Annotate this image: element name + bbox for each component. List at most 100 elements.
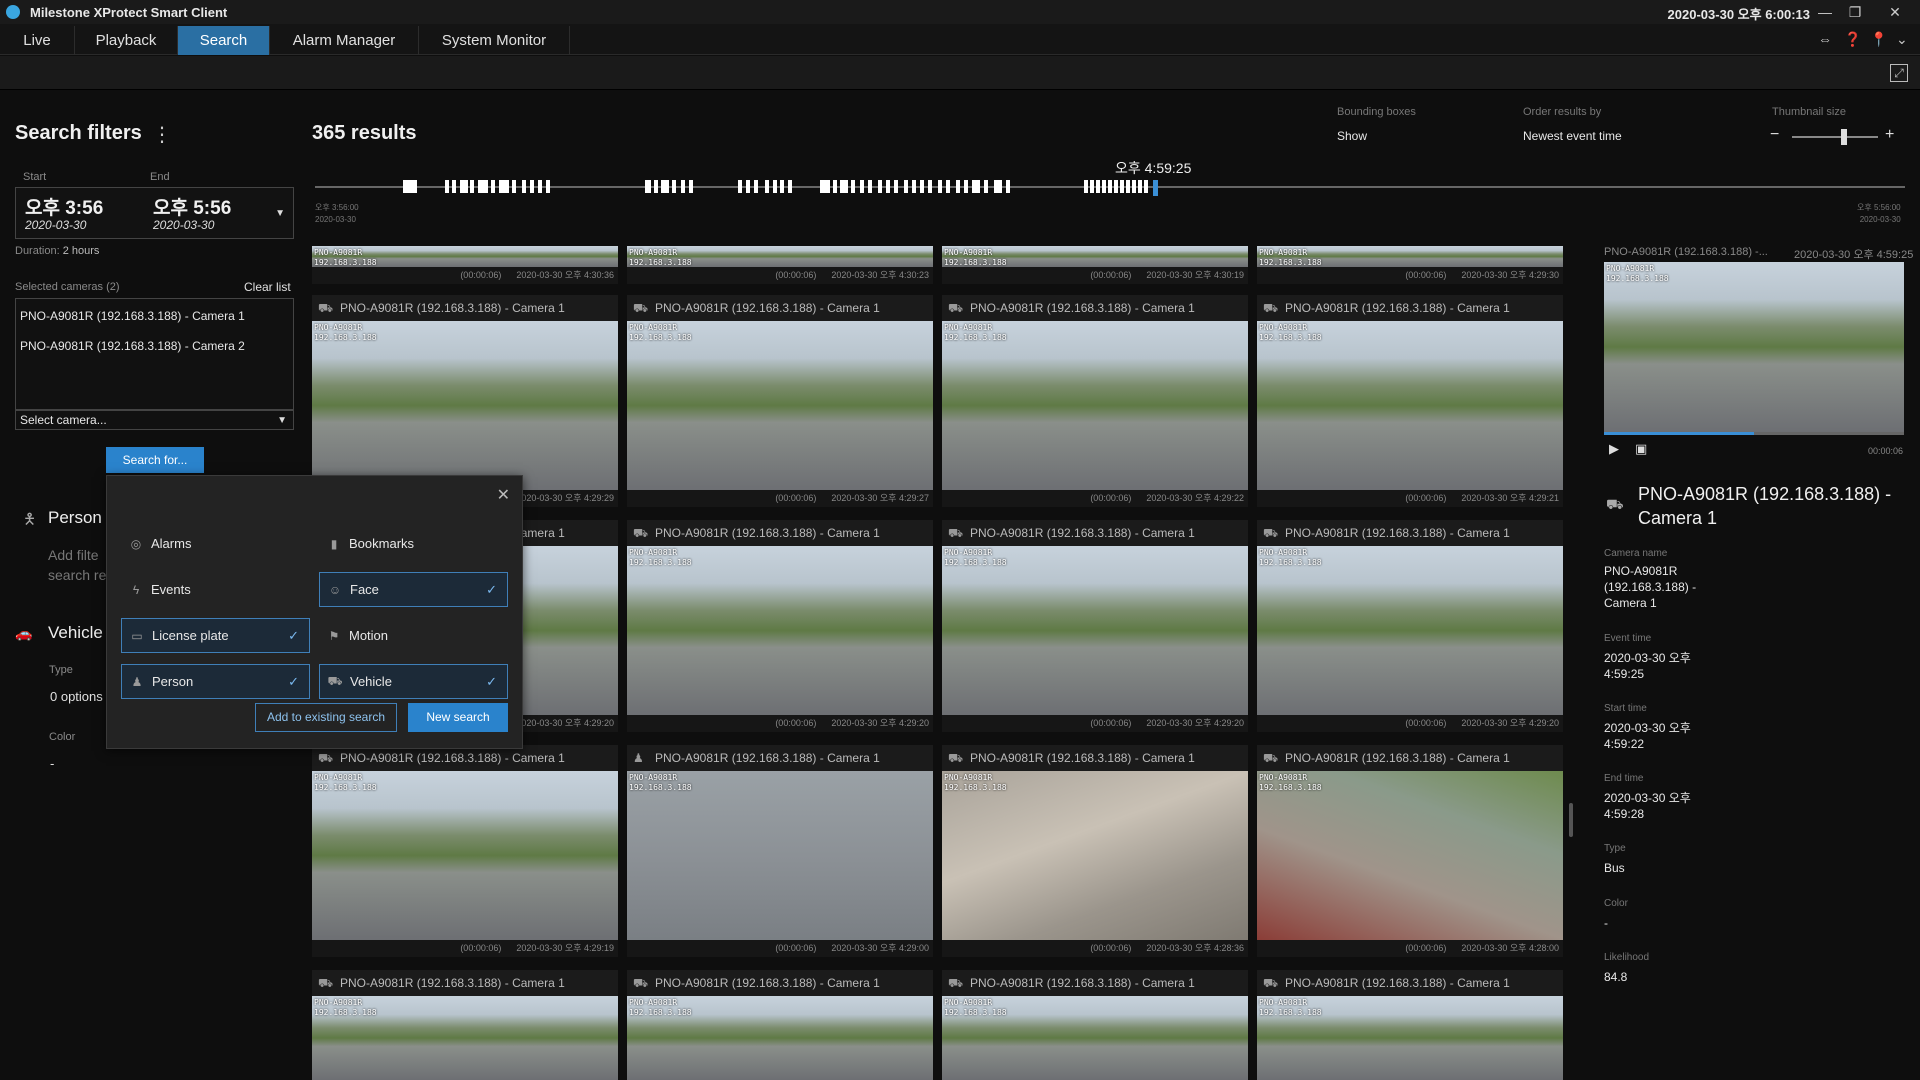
osd-name: PNO-A9081R [629,998,678,1007]
tile-thumbnail[interactable]: PNO-A9081R192.168.3.188 [312,246,618,267]
tile-thumbnail[interactable]: PNO-A9081R192.168.3.188 [627,996,933,1080]
result-tile[interactable]: PNO-A9081R 192.168.3.188 (00:00:06) 2020-0… [1257,246,1563,284]
timeline-event-mark [478,180,488,193]
play-icon[interactable]: ▶ [1609,441,1619,457]
vehicle-icon: ⛟ [1263,301,1279,315]
result-tile[interactable]: ♟ PNO-A9081R (192.168.3.188) - Camera 1 PN… [627,745,933,957]
detail-progress-bar[interactable] [1604,432,1904,435]
tile-thumbnail[interactable]: PNO-A9081R192.168.3.188 [312,771,618,940]
new-search-button[interactable]: New search [408,703,508,732]
tile-thumbnail[interactable]: PNO-A9081R192.168.3.188 [1257,771,1563,940]
tile-thumbnail[interactable]: PNO-A9081R192.168.3.188 [1257,546,1563,715]
tile-thumbnail[interactable]: PNO-A9081R192.168.3.188 [942,546,1248,715]
time-range-picker[interactable]: 오후 3:56 2020-03-30 오후 5:56 2020-03-30 ▼ [15,187,294,239]
add-to-existing-search-button[interactable]: Add to existing search [255,703,397,732]
result-tile[interactable]: ⛟PNO-A9081R (192.168.3.188) - Camera 1PN… [312,970,618,1080]
chevron-down-icon[interactable]: ⌄ [1896,31,1908,48]
order-by-dropdown[interactable]: Newest event time [1523,129,1622,143]
video-osd: PNO-A9081R192.168.3.188 [629,998,692,1018]
connection-icon[interactable]: ⇔ [1818,31,1832,47]
tab-playback[interactable]: Playback [75,26,178,55]
search-category-license-plate[interactable]: ▭ License plate ✓ [121,618,310,653]
result-tile[interactable]: ⛟PNO-A9081R (192.168.3.188) - Camera 1PN… [312,745,618,957]
result-tile[interactable]: ⛟PNO-A9081R (192.168.3.188) - Camera 1PN… [627,520,933,732]
result-tile[interactable]: PNO-A9081R 192.168.3.188 (00:00:06) 2020-0… [942,246,1248,284]
result-tile[interactable]: PNO-A9081R 192.168.3.188 (00:00:06) 2020-0… [627,246,933,284]
result-tile[interactable]: PNO-A9081R 192.168.3.188 (00:00:06) 2020-0… [312,246,618,284]
bounding-boxes-dropdown[interactable]: Show [1337,129,1367,143]
result-tile[interactable]: ⛟PNO-A9081R (192.168.3.188) - Camera 1PN… [1257,745,1563,957]
face-label: Face [350,582,379,597]
result-tile[interactable]: ⛟PNO-A9081R (192.168.3.188) - Camera 1PN… [942,520,1248,732]
result-tile[interactable]: ⛟PNO-A9081R (192.168.3.188) - Camera 1PN… [942,970,1248,1080]
video-osd: PNO-A9081R192.168.3.188 [629,248,692,267]
timeline-event-mark [1096,180,1100,193]
help-icon[interactable]: ❓ [1844,31,1861,48]
tab-live[interactable]: Live [0,26,75,55]
tile-thumbnail[interactable]: PNO-A9081R192.168.3.188 [1257,996,1563,1080]
tile-thumbnail[interactable]: PNO-A9081R192.168.3.188 [1257,321,1563,490]
vehicle-icon: ⛟ [633,526,649,540]
tile-footer: (00:00:06) 2020-03-30 오후 4:30:19 [942,267,1248,284]
snapshot-icon[interactable]: ▣ [1635,441,1647,457]
tile-thumbnail[interactable]: PNO-A9081R192.168.3.188 [942,321,1248,490]
result-tile[interactable]: ⛟PNO-A9081R (192.168.3.188) - Camera 1PN… [1257,970,1563,1080]
clear-list-link[interactable]: Clear list [244,280,291,294]
search-for-button[interactable]: Search for... [106,447,204,473]
zoom-in-icon[interactable]: + [1885,126,1894,144]
result-tile[interactable]: ⛟PNO-A9081R (192.168.3.188) - Camera 1PN… [627,295,933,507]
tile-thumbnail[interactable]: PNO-A9081R192.168.3.188 [1257,246,1563,267]
tab-system-monitor[interactable]: System Monitor [419,26,570,55]
thumbnail-size-handle[interactable] [1841,129,1847,145]
zoom-out-icon[interactable]: − [1770,126,1779,144]
tile-duration: (00:00:06) [1405,270,1447,280]
tile-thumbnail[interactable]: PNO-A9081R192.168.3.188 [627,321,933,490]
results-scrollbar[interactable] [1569,803,1573,837]
search-category-person[interactable]: ♟ Person ✓ [121,664,310,699]
search-category-face[interactable]: ☺ Face ✓ [319,572,508,607]
restore-icon[interactable]: ❐ [1840,2,1870,22]
color-label: Color [49,731,76,743]
pin-icon[interactable]: 📍 [1870,31,1887,48]
select-camera-dropdown[interactable]: Select camera... ▼ [15,410,294,430]
tile-thumbnail[interactable]: PNO-A9081R192.168.3.188 [627,546,933,715]
result-tile[interactable]: ⛟PNO-A9081R (192.168.3.188) - Camera 1PN… [942,295,1248,507]
result-tile[interactable]: ⛟PNO-A9081R (192.168.3.188) - Camera 1PN… [1257,295,1563,507]
minimize-icon[interactable]: — [1810,2,1840,22]
tab-search[interactable]: Search [178,26,270,55]
fullscreen-icon[interactable]: ⤢ [1890,64,1908,82]
camera-list-item[interactable]: PNO-A9081R (192.168.3.188) - Camera 1 [20,309,245,323]
tile-thumbnail[interactable]: PNO-A9081R192.168.3.188 [627,246,933,267]
close-icon[interactable]: ✕ [1880,2,1910,22]
result-tile[interactable]: ⛟PNO-A9081R (192.168.3.188) - Camera 1PN… [627,970,933,1080]
tile-thumbnail[interactable]: PNO-A9081R192.168.3.188 [312,996,618,1080]
color-value[interactable]: - [50,756,54,771]
close-icon[interactable]: ✕ [497,485,510,505]
thumbnail-size-slider[interactable] [1792,136,1878,138]
tile-thumbnail[interactable]: PNO-A9081R192.168.3.188 [942,771,1248,940]
detail-video-preview[interactable]: PNO-A9081R 192.168.3.188 [1604,262,1904,432]
tile-footer: (00:00:06) 2020-03-30 오후 4:28:00 [1257,940,1563,957]
search-category-alarms[interactable]: ◎ Alarms [121,526,308,561]
timeline-event-mark [964,180,968,193]
video-osd: PNO-A9081R192.168.3.188 [944,773,1007,793]
timeline-cursor[interactable] [1153,180,1158,196]
tile-thumbnail[interactable]: PNO-A9081R192.168.3.188 [942,996,1248,1080]
search-category-vehicle[interactable]: ⛟ Vehicle ✓ [319,664,508,699]
search-category-events[interactable]: ϟ Events [121,572,308,607]
tab-alarm-manager[interactable]: Alarm Manager [270,26,419,55]
type-value[interactable]: 0 options [50,689,103,704]
tile-duration: (00:00:06) [1405,943,1447,953]
result-tile[interactable]: ⛟PNO-A9081R (192.168.3.188) - Camera 1PN… [942,745,1248,957]
search-category-motion[interactable]: ⚑ Motion [319,618,506,653]
timeline-event-mark [654,180,658,193]
search-category-bookmarks[interactable]: ▮ Bookmarks [319,526,506,561]
result-tile[interactable]: ⛟PNO-A9081R (192.168.3.188) - Camera 1PN… [1257,520,1563,732]
tile-thumbnail[interactable]: PNO-A9081R192.168.3.188 [942,246,1248,267]
tile-thumbnail[interactable]: PNO-A9081R192.168.3.188 [627,771,933,940]
timeline-event-mark [1108,180,1112,193]
more-options-icon[interactable]: ⋮ [152,122,172,147]
tile-thumbnail[interactable]: PNO-A9081R192.168.3.188 [312,321,618,490]
detail-title: PNO-A9081R (192.168.3.188) - Camera 1 [1638,484,1892,528]
camera-list-item[interactable]: PNO-A9081R (192.168.3.188) - Camera 2 [20,339,245,353]
